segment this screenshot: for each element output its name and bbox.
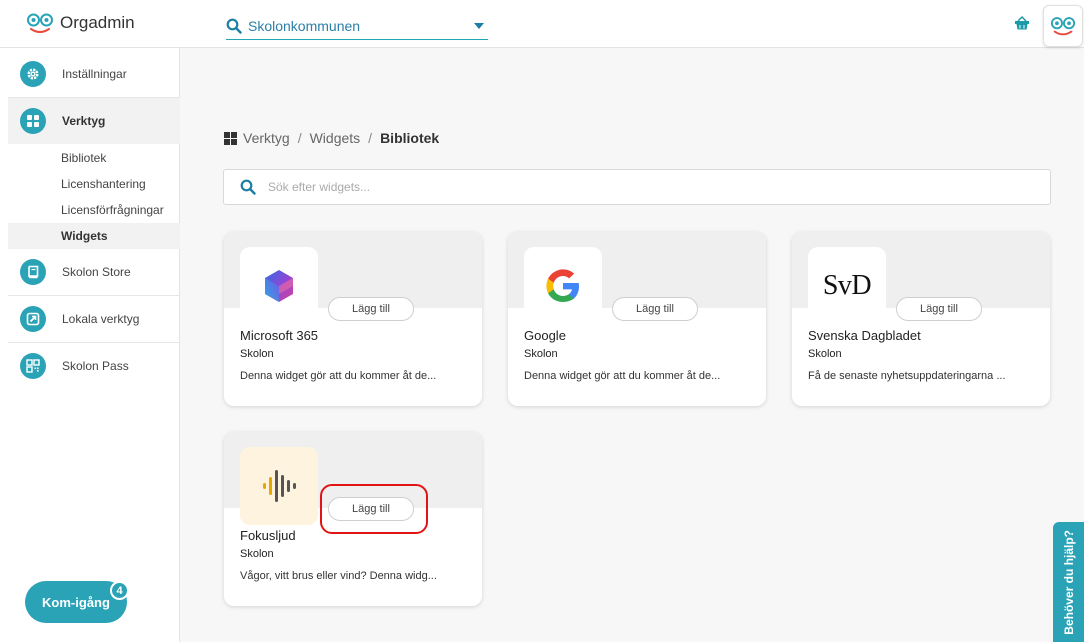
sidebar-subitem-bibliotek[interactable]: Bibliotek: [8, 145, 180, 171]
widget-card-microsoft-365[interactable]: Lägg till Microsoft 365 Skolon Denna wid…: [224, 232, 482, 406]
widget-card-svenska-dagbladet[interactable]: SvD Lägg till Svenska Dagbladet Skolon F…: [792, 232, 1050, 406]
avatar-logo-icon: [1050, 17, 1076, 36]
app-logo[interactable]: Orgadmin: [26, 12, 135, 34]
breadcrumb-item-verktyg[interactable]: Verktyg: [243, 130, 290, 146]
sidebar-item-label: Verktyg: [62, 114, 106, 128]
grid-icon: [20, 108, 46, 134]
widget-description: Denna widget gör att du kommer åt de...: [240, 370, 437, 382]
add-widget-button[interactable]: Lägg till: [612, 297, 698, 321]
get-started-badge: 4: [110, 581, 129, 600]
help-tab-label: Behöver du hjälp?: [1061, 529, 1076, 635]
external-link-icon: [20, 306, 46, 332]
qr-code-icon: [20, 353, 46, 379]
widget-tile: [240, 447, 318, 525]
widget-tile: [240, 247, 318, 325]
google-icon: [546, 269, 579, 302]
breadcrumb-separator: /: [368, 130, 373, 146]
sidebar-item-label: Inställningar: [62, 67, 127, 81]
breadcrumb-item-bibliotek: Bibliotek: [380, 130, 440, 146]
organization-select-value: Skolonkommunen: [248, 17, 361, 34]
gear-icon: [20, 61, 46, 87]
basket-icon[interactable]: [1014, 15, 1030, 31]
book-icon: [20, 259, 46, 285]
add-widget-button[interactable]: Lägg till: [896, 297, 982, 321]
widget-card-google[interactable]: Lägg till Google Skolon Denna widget gör…: [508, 232, 766, 406]
soundwave-icon: [263, 470, 296, 502]
sidebar-item-label: Skolon Pass: [62, 359, 129, 373]
sidebar-subitem-licenshantering[interactable]: Licenshantering: [8, 171, 180, 197]
top-bar: Orgadmin Skolonkommunen: [0, 0, 1084, 48]
search-input[interactable]: [268, 180, 1050, 194]
highlight-annotation: [320, 484, 428, 534]
widget-title: Fokusljud: [240, 528, 296, 543]
breadcrumb-separator: /: [297, 130, 302, 146]
widget-title: Microsoft 365: [240, 328, 319, 343]
sidebar-item-skolon-pass[interactable]: Skolon Pass: [8, 343, 180, 389]
widget-description: Få de senaste nyhetsuppdateringarna ...: [808, 370, 1006, 382]
widget-title: Svenska Dagbladet: [808, 328, 921, 343]
widget-title: Google: [524, 328, 566, 343]
sidebar-subitem-widgets[interactable]: Widgets: [8, 223, 180, 249]
sidebar-item-label: Skolon Store: [62, 265, 131, 279]
sidebar-item-verktyg[interactable]: Verktyg: [8, 98, 180, 144]
chevron-down-icon: [474, 22, 484, 29]
widget-publisher: Skolon: [524, 348, 558, 360]
help-tab[interactable]: Behöver du hjälp?: [1053, 522, 1084, 642]
app-title: Orgadmin: [60, 13, 135, 32]
organization-select[interactable]: Skolonkommunen: [226, 12, 488, 40]
breadcrumb: Verktyg / Widgets / Bibliotek: [224, 130, 439, 146]
logo-icon: [27, 13, 53, 33]
grid-icon: [224, 131, 237, 145]
widget-search[interactable]: [223, 169, 1051, 205]
sidebar-item-skolon-store[interactable]: Skolon Store: [8, 249, 180, 295]
add-widget-button[interactable]: Lägg till: [328, 297, 414, 321]
widget-description: Denna widget gör att du kommer åt de...: [524, 370, 721, 382]
sidebar: Inställningar Verktyg Bibliotek Licensha…: [0, 48, 180, 642]
search-icon: [226, 18, 242, 34]
widget-tile: SvD: [808, 247, 886, 325]
user-avatar[interactable]: [1043, 5, 1083, 47]
sidebar-item-label: Lokala verktyg: [62, 312, 140, 326]
microsoft-365-icon: [265, 270, 293, 302]
search-icon: [240, 179, 256, 195]
svd-logo: SvD: [822, 270, 872, 301]
widget-publisher: Skolon: [808, 348, 842, 360]
sidebar-item-lokala-verktyg[interactable]: Lokala verktyg: [8, 296, 180, 342]
widget-publisher: Skolon: [240, 348, 274, 360]
sidebar-item-installningar[interactable]: Inställningar: [8, 51, 180, 97]
widget-description: Vågor, vitt brus eller vind? Denna widg.…: [240, 570, 437, 582]
sidebar-subitem-licensforfragningar[interactable]: Licensförfrågningar: [8, 197, 180, 223]
breadcrumb-item-widgets[interactable]: Widgets: [310, 130, 361, 146]
widget-publisher: Skolon: [240, 548, 274, 560]
widget-tile: [524, 247, 602, 325]
